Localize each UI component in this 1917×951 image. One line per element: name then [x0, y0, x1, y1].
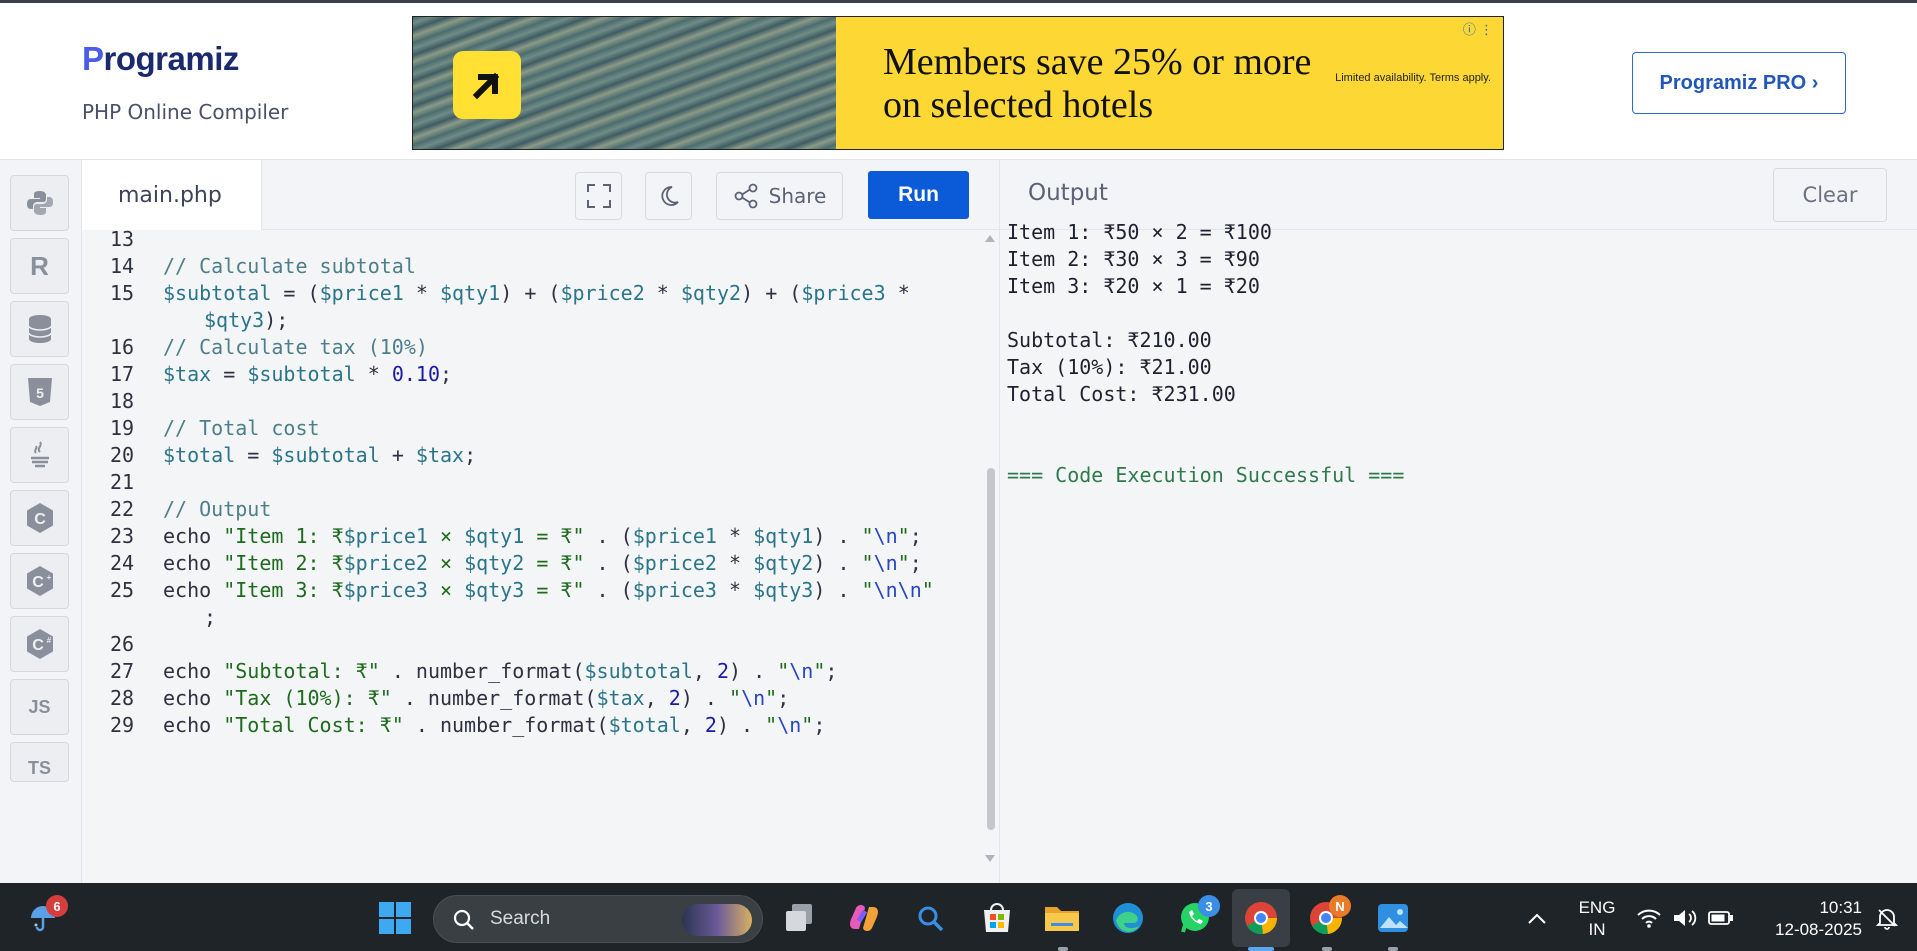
advertisement-banner[interactable]: Members save 25% or more on selected hot… [412, 16, 1504, 150]
chrome-profile-running-indicator [1322, 947, 1332, 951]
fullscreen-icon [586, 184, 611, 208]
clock-time: 10:31 [1819, 898, 1862, 917]
search-placeholder: Search [490, 908, 551, 929]
clock[interactable]: 10:31 12-08-2025 [1752, 897, 1862, 941]
chevron-up-icon[interactable] [1518, 899, 1556, 937]
ad-headline: Members save 25% or more on selected hot… [883, 41, 1312, 126]
line-number: 29 [110, 713, 135, 737]
windows-start-icon[interactable] [376, 899, 414, 937]
scroll-down-icon[interactable] [985, 855, 995, 862]
clear-button[interactable]: Clear [1773, 168, 1887, 222]
file-explorer-icon[interactable] [1043, 899, 1081, 937]
compiler-subtitle: PHP Online Compiler [82, 100, 289, 124]
share-icon [734, 183, 758, 209]
copilot-icon[interactable] [845, 899, 883, 937]
programiz-pro-button[interactable]: Programiz PRO › [1632, 52, 1846, 114]
html5-icon[interactable]: 5 [10, 364, 69, 420]
search-icon [453, 909, 474, 930]
moon-icon [660, 186, 679, 206]
cpp-icon[interactable]: C + [10, 553, 69, 609]
notification-bell-icon[interactable] [1868, 899, 1906, 937]
weather-badge: 6 [46, 895, 68, 917]
search-app-icon[interactable] [911, 899, 949, 937]
svg-text:+: + [46, 573, 51, 582]
file-tab-main[interactable]: main.php [82, 160, 262, 230]
share-label: Share [768, 184, 827, 208]
editor-toolbar: main.php Share Run [82, 160, 999, 230]
microsoft-store-icon[interactable] [978, 899, 1016, 937]
battery-icon[interactable] [1702, 899, 1740, 937]
language-sidebar: R 5 C C + C # JS TS [0, 160, 82, 883]
photos-icon[interactable] [1374, 899, 1412, 937]
chrome-icon[interactable] [1242, 899, 1280, 937]
taskbar-search-input[interactable]: Search [433, 895, 763, 943]
code-scrollbar-thumb[interactable] [987, 468, 995, 830]
region-code: IN [1588, 920, 1606, 939]
chrome-active-indicator [1248, 947, 1274, 951]
svg-text:5: 5 [36, 385, 44, 401]
whatsapp-badge: 3 [1198, 895, 1220, 917]
typescript-icon[interactable]: TS [10, 742, 69, 782]
task-view-icon[interactable] [780, 899, 818, 937]
explorer-running-indicator [1058, 947, 1068, 951]
fullscreen-button[interactable] [575, 172, 622, 220]
share-button[interactable]: Share [716, 172, 843, 220]
programiz-logo[interactable]: Programiz [82, 40, 239, 78]
search-highlight-icon [682, 904, 752, 936]
volume-icon[interactable] [1666, 899, 1704, 937]
arrow-up-right-icon [453, 51, 521, 119]
code-text: echo "Total Cost: ₹" . number_format($to… [163, 713, 826, 737]
svg-text:C: C [34, 511, 46, 528]
javascript-icon[interactable]: JS [10, 679, 69, 735]
output-console: Item 1: ₹50 × 2 = ₹100 Item 2: ₹30 × 3 = … [999, 220, 1917, 883]
ad-fineprint: Limited availability. Terms apply. [1335, 72, 1491, 84]
code-line: 29 echo "Total Cost: ₹" . number_format($… [82, 709, 982, 742]
info-icon[interactable]: ⓘ ⋮ [1463, 19, 1493, 38]
output-line: Total Cost: ₹231.00 [1007, 382, 1236, 406]
svg-text:C: C [32, 574, 44, 591]
file-tab-label: main.php [118, 182, 222, 208]
scroll-up-icon[interactable] [985, 235, 995, 242]
svg-text:C: C [32, 637, 44, 654]
output-title: Output [1028, 180, 1108, 206]
site-header: Programiz PHP Online Compiler Members sa… [0, 6, 1917, 160]
clock-date: 12-08-2025 [1775, 920, 1862, 939]
theme-toggle-button[interactable] [645, 172, 692, 220]
run-button[interactable]: Run [868, 171, 969, 219]
logo-text: Programiz [82, 40, 239, 77]
svg-text:#: # [46, 636, 51, 645]
c-language-icon[interactable]: C [10, 490, 69, 546]
wifi-icon[interactable] [1630, 899, 1668, 937]
database-icon[interactable] [10, 301, 69, 357]
csharp-icon[interactable]: C # [10, 616, 69, 672]
language-indicator[interactable]: ENG IN [1572, 897, 1622, 941]
photos-running-indicator [1388, 947, 1398, 951]
execution-status: === Code Execution Successful === [1007, 463, 1405, 487]
language-code: ENG [1578, 898, 1616, 917]
windows-taskbar: 6 Search 3 N ENG IN 10:31 12-08-2025 [0, 883, 1917, 951]
r-language-icon[interactable]: R [10, 238, 69, 294]
ad-image [413, 17, 836, 149]
java-icon[interactable] [10, 427, 69, 483]
output-line: Item 3: ₹20 × 1 = ₹20 [1007, 274, 1260, 298]
chrome-profile-badge: N [1329, 895, 1351, 917]
python-icon[interactable] [10, 175, 69, 231]
code-editor[interactable]: 13 14// Calculate subtotal 15 $subtotal = (… [82, 230, 999, 883]
edge-icon[interactable] [1109, 899, 1147, 937]
